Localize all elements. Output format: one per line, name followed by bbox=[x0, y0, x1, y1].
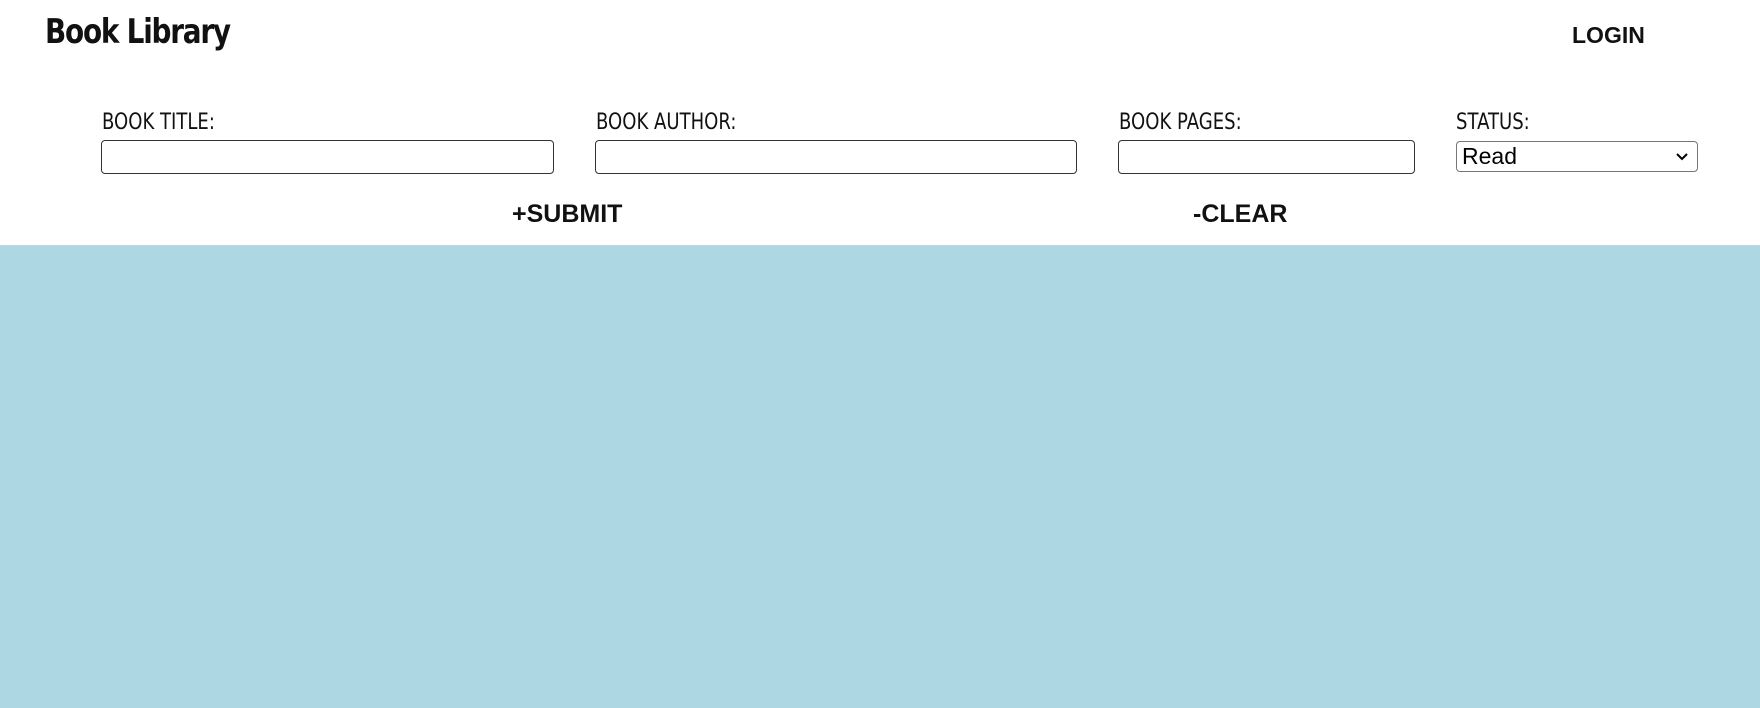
book-author-input[interactable] bbox=[595, 140, 1077, 174]
login-button[interactable]: LOGIN bbox=[1572, 22, 1645, 49]
book-author-label: BOOK AUTHOR: bbox=[596, 110, 737, 135]
book-pages-input[interactable] bbox=[1118, 140, 1415, 174]
clear-button[interactable]: -CLEAR bbox=[1193, 200, 1287, 229]
book-pages-label: BOOK PAGES: bbox=[1119, 110, 1242, 135]
app-header: Book Library LOGIN bbox=[0, 0, 1760, 72]
submit-button[interactable]: +SUBMIT bbox=[512, 200, 622, 229]
book-title-label: BOOK TITLE: bbox=[102, 110, 215, 135]
add-book-form: BOOK TITLE: BOOK AUTHOR: BOOK PAGES: STA… bbox=[0, 72, 1760, 246]
app-title: Book Library bbox=[45, 12, 231, 52]
status-select[interactable]: Read bbox=[1456, 141, 1698, 172]
status-selected-value: Read bbox=[1462, 143, 1517, 169]
book-title-input[interactable] bbox=[101, 140, 554, 174]
book-list-area bbox=[0, 246, 1760, 708]
status-label: STATUS: bbox=[1456, 110, 1530, 135]
chevron-down-icon bbox=[1675, 146, 1689, 172]
